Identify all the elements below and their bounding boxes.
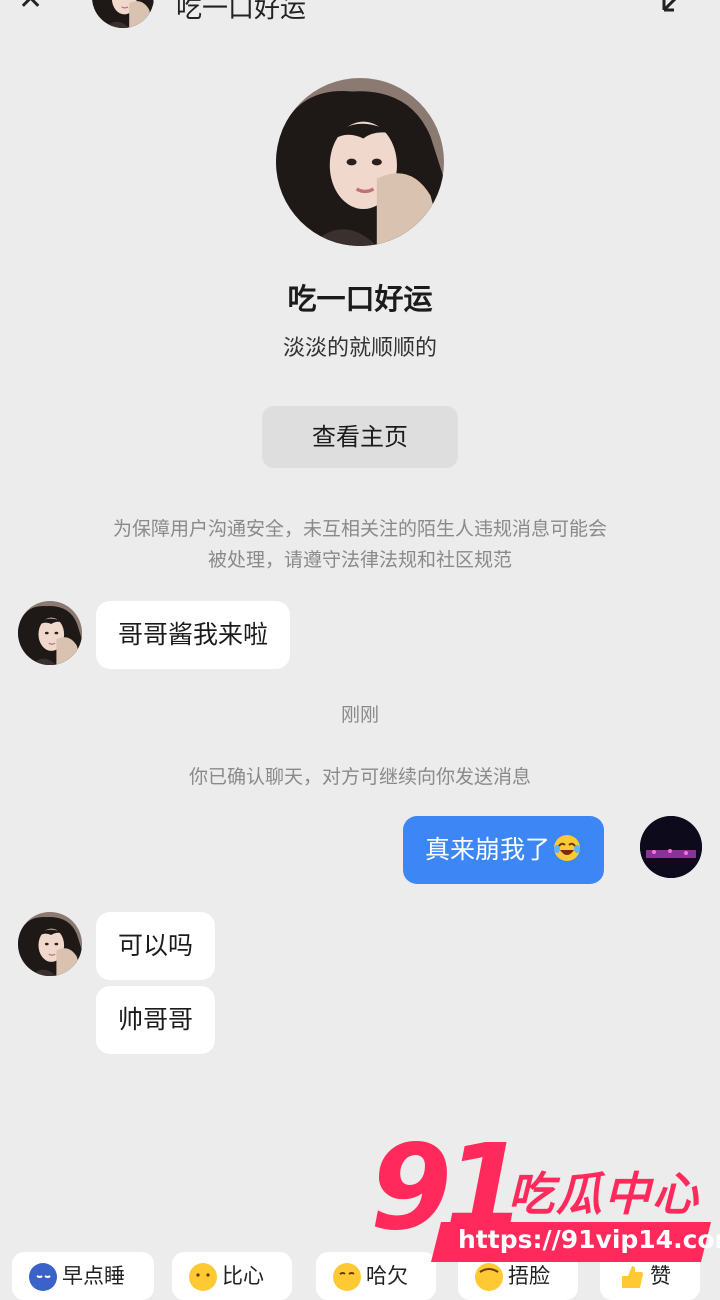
- profile-name: 吃一口好运: [287, 282, 433, 316]
- message-text: 真来崩我了: [425, 835, 551, 864]
- header-avatar[interactable]: [92, 0, 154, 28]
- heart-hands-emoji-icon: [189, 1263, 217, 1291]
- quick-reply-chip[interactable]: 早点睡: [12, 1252, 154, 1300]
- system-message: 你已确认聊天，对方可继续向你发送消息: [188, 766, 531, 788]
- message-bubble-outgoing[interactable]: 真来崩我了: [403, 816, 605, 884]
- message-bubble-incoming[interactable]: 可以吗: [96, 912, 216, 980]
- safety-notice-line: 被处理，请遵守法律法规和社区规范: [207, 549, 512, 571]
- safety-notice: 为保障用户沟通安全，未互相关注的陌生人违规消息可能会 被处理，请遵守法律法规和社…: [70, 514, 650, 576]
- watermark-url: https://91vip14.com: [458, 1225, 720, 1254]
- watermark-brand: 吃瓜中心: [508, 1167, 700, 1221]
- quick-reply-label: 早点睡: [62, 1264, 125, 1288]
- close-icon[interactable]: ✕: [18, 0, 46, 15]
- message-timestamp: 刚刚: [340, 704, 379, 726]
- rofl-emoji-icon: [554, 835, 581, 861]
- expand-icon[interactable]: [660, 0, 694, 14]
- profile-avatar[interactable]: [276, 78, 444, 246]
- profile-bio: 淡淡的就顺顺的: [282, 336, 437, 361]
- header-title: 吃一口好运: [176, 0, 307, 24]
- my-avatar[interactable]: [640, 816, 702, 878]
- quick-reply-label: 比心: [222, 1264, 264, 1288]
- chat-header: ✕ 吃一口好运: [0, 0, 720, 38]
- sleep-emoji-icon: [29, 1263, 57, 1291]
- contact-avatar[interactable]: [18, 912, 82, 976]
- watermark: 91 吃瓜中心 https://91vip14.com: [370, 1128, 720, 1268]
- message-bubble-incoming[interactable]: 哥哥酱我来啦: [96, 601, 291, 669]
- safety-notice-line: 为保障用户沟通安全，未互相关注的陌生人违规消息可能会: [112, 518, 607, 540]
- view-homepage-button[interactable]: 查看主页: [262, 406, 458, 468]
- quick-reply-chip[interactable]: 比心: [172, 1252, 292, 1300]
- yawn-emoji-icon: [333, 1263, 361, 1291]
- message-bubble-incoming[interactable]: 帅哥哥: [96, 986, 216, 1054]
- contact-avatar[interactable]: [18, 601, 82, 665]
